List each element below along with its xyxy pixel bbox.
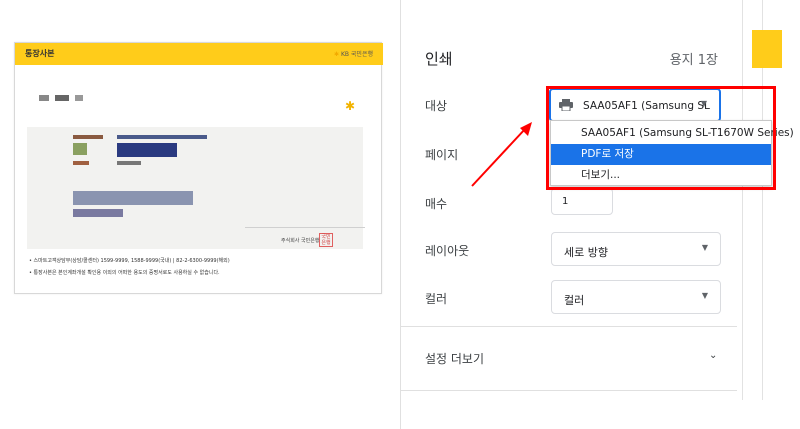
annotation-arrow-icon (471, 122, 532, 187)
doc-header: 통장사본 ✱ KB 국민은행 (15, 43, 383, 65)
bank-name: 주식회사 국민은행 (281, 238, 320, 244)
redacted-bar (117, 161, 141, 165)
pages-label: 페이지 (425, 148, 459, 162)
color-select[interactable]: 컬러 ▼ (551, 280, 721, 314)
kb-star-icon: ✱ (344, 99, 355, 113)
dropdown-arrow-icon: ▼ (701, 243, 708, 252)
redacted-bar (73, 209, 123, 217)
destination-label: 대상 (425, 99, 448, 113)
redacted-bar (117, 135, 207, 139)
doc-brand: ✱ KB 국민은행 (334, 49, 373, 58)
dialog-title: 인쇄 (425, 50, 453, 68)
redacted-bar (73, 135, 103, 139)
print-dialog: 인쇄 용지 1장 대상 SAA05AF1 (Samsung SL ▼ 페이지 매… (400, 0, 737, 429)
redacted-bar (39, 95, 49, 101)
more-settings[interactable]: 설정 더보기 (425, 350, 484, 367)
doc-title: 통장사본 (25, 49, 55, 58)
redacted-bar (73, 161, 89, 165)
kb-star-icon: ✱ (334, 51, 340, 58)
highlight-box (546, 86, 776, 190)
layout-label: 레이아웃 (425, 244, 470, 258)
redacted-bar (73, 191, 193, 205)
redacted-bar (75, 95, 83, 101)
bankbook-top (27, 81, 363, 127)
doc-brand-label: KB 국민은행 (340, 51, 373, 58)
redacted-bar (73, 143, 87, 155)
separator (245, 227, 365, 228)
copies-label: 매수 (425, 197, 448, 211)
edge-line (742, 0, 743, 400)
chevron-down-icon[interactable]: ⌄ (709, 350, 717, 361)
note-line: • 통장사본은 본인계좌개설 확인용 이외의 어떠한 용도의 증명서로도 사용하… (29, 270, 220, 276)
document-page: 통장사본 ✱ KB 국민은행 ✱ 주식회사 국민은행 국민은행 • 스마트고객상… (14, 42, 383, 294)
redacted-bar (55, 95, 69, 101)
dropdown-arrow-icon: ▼ (701, 291, 708, 300)
print-preview: 통장사본 ✱ KB 국민은행 ✱ 주식회사 국민은행 국민은행 • 스마트고객상… (0, 0, 388, 429)
divider (401, 390, 737, 391)
bankbook-image: ✱ 주식회사 국민은행 국민은행 (27, 81, 365, 249)
copies-input[interactable]: 1 (551, 188, 613, 215)
color-label: 컬러 (425, 292, 448, 306)
divider (401, 326, 737, 327)
layout-value: 세로 방향 (564, 246, 608, 259)
background-yellow-tab (752, 30, 782, 68)
redacted-bar (117, 143, 177, 157)
layout-select[interactable]: 세로 방향 ▼ (551, 232, 721, 266)
color-value: 컬러 (564, 294, 585, 307)
sheet-count: 용지 1장 (669, 53, 718, 68)
bank-seal: 국민은행 (319, 233, 333, 247)
copies-value: 1 (562, 196, 569, 207)
note-line: • 스마트고객상담부(상담/콜센터) 1599-9999, 1588-9999(… (29, 258, 230, 264)
